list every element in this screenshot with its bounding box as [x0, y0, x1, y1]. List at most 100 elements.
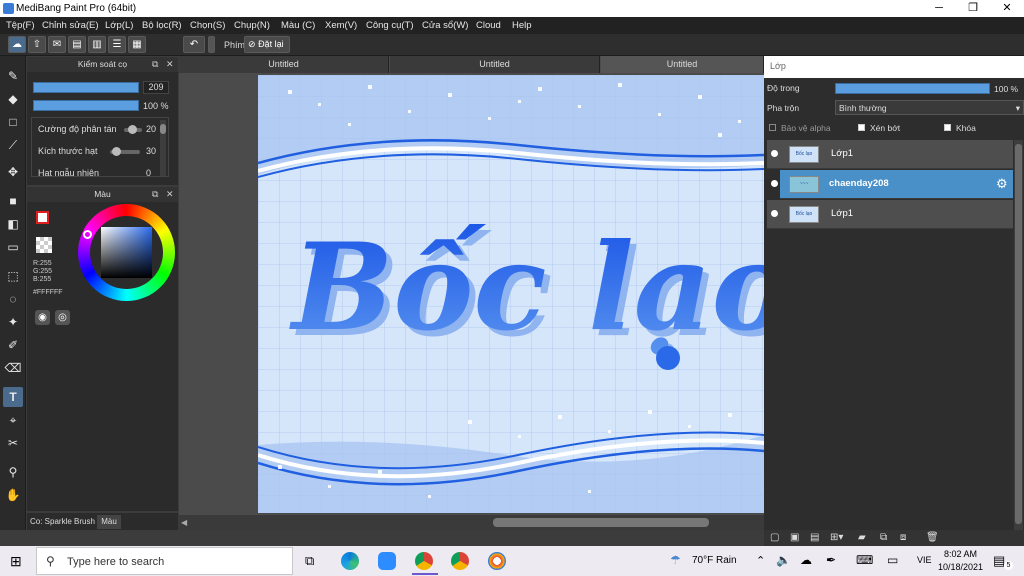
transparent-color-swatch[interactable] [36, 237, 52, 253]
lock-checkbox[interactable] [944, 124, 951, 131]
edge-icon[interactable] [341, 552, 359, 570]
zoom-icon[interactable] [378, 552, 396, 570]
popout-icon[interactable]: ⧉ [152, 57, 158, 72]
text-tool-icon[interactable]: T [3, 387, 23, 407]
clipping-checkbox[interactable] [858, 124, 865, 131]
trash-icon[interactable]: 🗑 [926, 532, 939, 543]
new-layer-menu-icon[interactable]: ⊞▾ [830, 532, 843, 543]
display-icon[interactable]: ▭ [887, 553, 898, 567]
palette-settings-icon[interactable]: ◎ [55, 310, 70, 325]
medibang-icon[interactable] [488, 552, 506, 570]
menu-tools[interactable]: Công cụ(T) [366, 17, 414, 31]
prop-knob[interactable] [128, 125, 137, 134]
undo-icon[interactable]: ↶ [183, 36, 205, 53]
fill-rect-icon[interactable]: ■ [3, 191, 23, 211]
brush-size-slider[interactable] [33, 82, 139, 93]
saturation-box[interactable] [101, 227, 152, 278]
new-halftone-layer-icon[interactable]: ▣ [790, 532, 799, 543]
menu-cloud[interactable]: Cloud [476, 17, 501, 31]
message-icon[interactable]: ▤ [68, 36, 86, 53]
document-icon[interactable]: ▥ [88, 36, 106, 53]
windows-start-icon[interactable]: ⊞ [10, 554, 24, 568]
grid-icon[interactable]: ▦ [128, 36, 146, 53]
cloud-sync-icon[interactable]: ☁ [800, 553, 812, 567]
menu-layer[interactable]: Lớp(L) [105, 17, 133, 31]
visibility-icon[interactable] [771, 210, 778, 217]
canvas-artwork[interactable]: Bốc lạo Bốc lạo [258, 75, 764, 513]
chrome-profile-icon[interactable] [451, 552, 469, 570]
select-eraser-icon[interactable]: ⌫ [3, 358, 23, 378]
menu-edit[interactable]: Chỉnh sửa(E) [42, 17, 99, 31]
tab-untitled-1[interactable]: Untitled [179, 56, 389, 73]
close-icon[interactable]: ✕ [166, 187, 174, 202]
close-icon[interactable]: ✕ [166, 57, 174, 72]
toolbar-handle[interactable] [208, 36, 215, 53]
menu-file[interactable]: Tệp(F) [6, 17, 35, 31]
menu-select[interactable]: Chọn(S) [190, 17, 225, 31]
clock-time[interactable]: 8:02 AM [944, 549, 977, 559]
visibility-icon[interactable] [771, 180, 778, 187]
layer-opacity-slider[interactable] [835, 83, 990, 94]
eyedropper-tool-icon[interactable]: ⚲ [3, 462, 23, 482]
taskbar-search[interactable]: ⚲ Type here to search [36, 547, 293, 575]
hue-handle[interactable] [83, 230, 92, 239]
upload-icon[interactable]: ⇧ [28, 36, 46, 53]
checklist-icon[interactable]: ☰ [108, 36, 126, 53]
menu-filter[interactable]: Bộ lọc(R) [142, 17, 182, 31]
magic-wand-icon[interactable]: ✦ [3, 312, 23, 332]
bucket-tool-icon[interactable]: ◧ [3, 214, 23, 234]
horizontal-scrollbar[interactable]: ◀ [179, 515, 764, 530]
operation-tool-icon[interactable]: ⌖ [3, 410, 23, 430]
clock-date[interactable]: 10/18/2021 [938, 562, 983, 572]
chat-icon[interactable]: ✉ [48, 36, 66, 53]
shape-tool-icon[interactable]: ⟋ [3, 135, 23, 155]
menu-color[interactable]: Màu (C) [281, 17, 315, 31]
speaker-icon[interactable]: 🔈 [776, 553, 791, 567]
menu-help[interactable]: Help [512, 17, 532, 31]
new-layer-icon[interactable]: ▢ [770, 532, 779, 543]
hue-ring[interactable] [78, 204, 175, 301]
close-button[interactable]: ✕ [990, 0, 1024, 17]
menu-view[interactable]: Xem(V) [325, 17, 357, 31]
prop-knob[interactable] [112, 147, 121, 156]
select-pen-icon[interactable]: ✐ [3, 335, 23, 355]
folder-icon[interactable]: ▰ [858, 532, 866, 543]
tab-color[interactable]: Màu [97, 515, 121, 529]
palette-icon[interactable]: ◉ [35, 310, 50, 325]
chrome-icon[interactable] [415, 552, 433, 570]
scroll-left-icon[interactable]: ◀ [181, 518, 187, 527]
scroll-thumb[interactable] [493, 518, 709, 527]
move-tool-icon[interactable]: ✥ [3, 162, 23, 182]
dot-tool-icon[interactable]: □ [3, 112, 23, 132]
popout-icon[interactable]: ⧉ [152, 187, 158, 202]
select-tool-icon[interactable]: ⬚ [3, 266, 23, 286]
visibility-icon[interactable] [771, 150, 778, 157]
props-scrollbar[interactable] [160, 120, 166, 176]
pen-icon[interactable]: ✒ [826, 553, 836, 567]
blend-mode-select[interactable]: Bình thường ▾ [835, 100, 1024, 115]
divide-tool-icon[interactable]: ✂ [3, 433, 23, 453]
layer-row[interactable]: Bốc lạo Lớp1 [767, 140, 1013, 169]
minimize-button[interactable]: ─ [922, 0, 956, 17]
layers-scrollbar[interactable] [1014, 140, 1023, 530]
gear-icon[interactable]: ⚙ [996, 176, 1008, 192]
reset-button[interactable]: ⊘ Đặt lại [244, 36, 290, 53]
weather-icon[interactable]: ☂ [670, 553, 681, 567]
protect-alpha-checkbox[interactable] [769, 124, 776, 131]
layer-row-selected[interactable]: ~~~ chaenday208 ⚙ [771, 170, 1013, 199]
duplicate-layer-icon[interactable]: ⧉ [880, 532, 887, 543]
brush-tool-icon[interactable]: ✎ [3, 66, 23, 86]
tab-untitled-2[interactable]: Untitled [390, 56, 600, 73]
hand-tool-icon[interactable]: ✋ [3, 485, 23, 505]
weather-text[interactable]: 70°F Rain [692, 555, 737, 566]
language-indicator[interactable]: VIE [917, 555, 932, 565]
lasso-tool-icon[interactable]: ◌ [3, 289, 23, 309]
chevron-up-icon[interactable]: ⌃ [756, 554, 765, 567]
new-8bit-layer-icon[interactable]: ▤ [810, 532, 819, 543]
foreground-color-swatch[interactable] [36, 211, 49, 224]
menu-capture[interactable]: Chụp(N) [234, 17, 270, 31]
keyboard-icon[interactable]: ⌨ [856, 553, 873, 567]
maximize-button[interactable]: ❐ [956, 0, 990, 17]
gradient-tool-icon[interactable]: ▭ [3, 237, 23, 257]
cloud-icon[interactable]: ☁ [8, 36, 26, 53]
